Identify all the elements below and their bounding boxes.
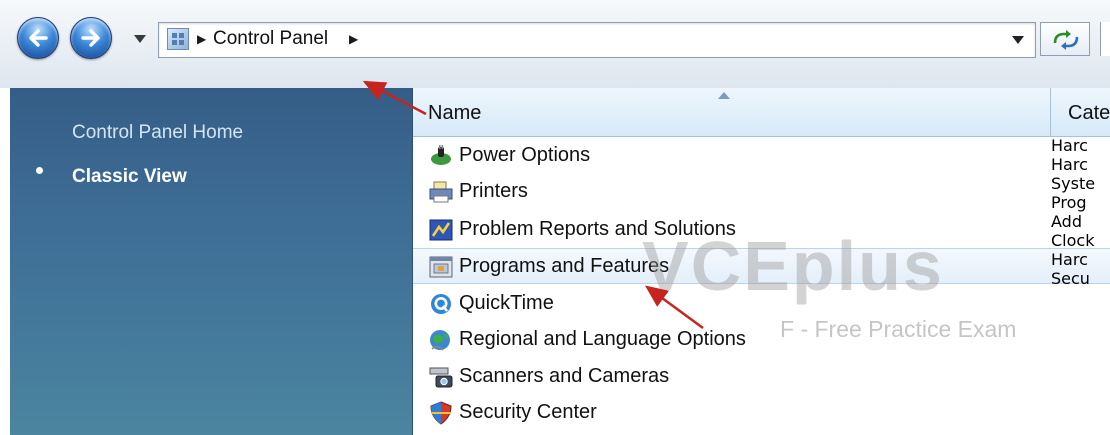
forward-button[interactable] [70,17,112,59]
breadcrumb-control-panel[interactable]: Control Panel [213,28,328,50]
list-item[interactable]: Printers [413,174,1110,210]
watermark-logo: VCEplus [642,227,944,305]
programs-features-icon [429,256,453,278]
security-center-icon [430,401,452,425]
list-item[interactable]: Security Center [413,395,1110,431]
scanners-cameras-icon [429,367,453,388]
power-options-icon [431,145,451,165]
item-category: Add [1051,212,1082,231]
item-category: Harc [1051,250,1088,269]
item-name: QuickTime [459,292,554,314]
back-button[interactable] [17,17,59,59]
category-column: Harc Harc Syste Prog Add Clock Harc Secu [1051,136,1110,435]
recent-pages-dropdown[interactable] [133,34,147,44]
address-dropdown-icon[interactable] [1012,36,1024,44]
address-bar[interactable]: ▶ Control Panel ▶ [158,22,1036,58]
item-category: Harc [1051,136,1088,155]
navigation-bar: ▶ Control Panel ▶ [0,0,1110,88]
back-arrow-icon [29,29,48,47]
column-header-category[interactable]: Cate [1068,102,1110,125]
forward-arrow-icon [81,29,100,47]
column-header-name[interactable]: Name [413,88,1051,136]
classic-view-link[interactable]: Classic View [72,166,187,188]
breadcrumb-arrow-icon[interactable]: ▶ [349,32,358,46]
item-name: Security Center [459,401,597,423]
control-panel-home-link[interactable]: Control Panel Home [72,122,243,144]
bullet-icon [36,167,43,174]
search-box[interactable] [1100,22,1110,56]
problem-reports-icon [429,219,453,241]
item-name: Scanners and Cameras [459,365,670,387]
item-category: Harc [1051,155,1088,174]
item-category: Prog [1051,193,1087,212]
list-item[interactable]: Scanners and Cameras [413,359,1110,395]
item-name: Programs and Features [459,255,670,277]
item-name: Power Options [459,144,591,166]
quicktime-icon [431,294,451,314]
refresh-button[interactable] [1040,22,1090,56]
task-pane: Control Panel Home Classic View [10,88,413,435]
printers-icon [429,181,453,203]
item-category: Syste [1051,174,1096,193]
sort-ascending-icon [718,92,730,99]
column-name-label: Name [428,102,482,124]
item-category: Secu [1051,269,1090,288]
item-name: Regional and Language Options [459,328,746,350]
control-panel-icon [167,28,189,50]
regional-language-icon [430,330,450,351]
watermark-subtitle: F - Free Practice Exam [780,316,1017,342]
list-item[interactable]: Power Options [413,138,1110,174]
refresh-icon [1053,30,1079,50]
item-name: Printers [459,180,528,202]
breadcrumb-arrow-icon[interactable]: ▶ [197,32,206,46]
item-category: Clock [1051,231,1095,250]
column-header-row: Name Cate [413,88,1110,137]
